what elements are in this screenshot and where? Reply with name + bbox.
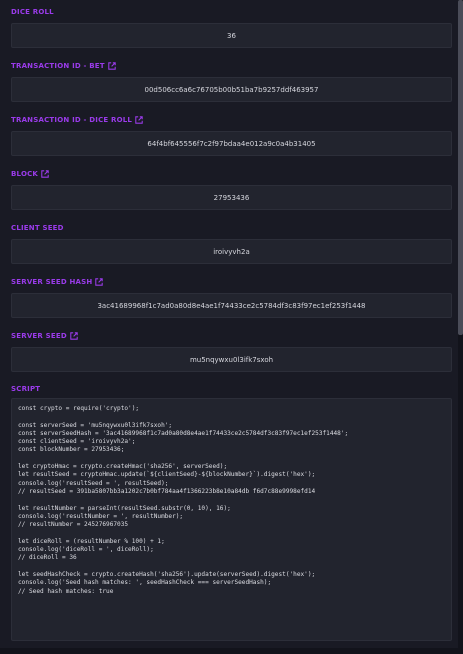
external-link-icon[interactable]: [95, 278, 104, 286]
transaction-id-dice-roll-link[interactable]: TRANSACTION ID - DICE ROLL: [11, 115, 452, 125]
code-line: // resultNumber = 245276967035: [18, 521, 129, 529]
transaction-id-bet-section: TRANSACTION ID - BET 00d506cc6a6c76705b0…: [11, 61, 452, 102]
code-line: const serverSeedHash = '3ac41689968f1c7a…: [18, 429, 349, 437]
block-section: BLOCK 27953436: [11, 169, 452, 210]
code-line: let diceRoll = (resultNumber % 100) + 1;: [18, 537, 165, 545]
field-label: CLIENT SEED: [11, 224, 64, 232]
client-seed-section: CLIENT SEED iroivyvh2a: [11, 223, 452, 264]
transaction-id-dice-roll-section: TRANSACTION ID - DICE ROLL 64f4bf645556f…: [11, 115, 452, 156]
bottom-scrollbar-track: [0, 648, 463, 654]
transaction-id-bet-link[interactable]: TRANSACTION ID - BET: [11, 61, 452, 71]
field-label: DICE ROLL: [11, 8, 54, 16]
external-link-icon[interactable]: [70, 332, 78, 340]
server-seed-section: SERVER SEED mu5nqywxu0l3ifk7sxoh: [11, 331, 452, 372]
code-line: // diceRoll = 36: [18, 554, 77, 562]
server-seed-hash-value: 3ac41689968f1c7ad0a80d8e4ae1f74433ce2c57…: [11, 293, 452, 318]
code-line: // Seed hash matches: true: [18, 587, 114, 595]
dice-roll-section: DICE ROLL 36: [11, 7, 452, 48]
code-line: const clientSeed = 'iroivyvh2a';: [18, 438, 136, 446]
script-code-block[interactable]: const crypto = require('crypto'); const …: [11, 398, 452, 641]
code-line: console.log('resultNumber = ', resultNum…: [18, 512, 184, 520]
external-link-icon[interactable]: [135, 116, 143, 124]
scrollbar-thumb[interactable]: [458, 0, 463, 335]
code-line: const crypto = require('crypto');: [18, 405, 140, 412]
dice-roll-value: 36: [11, 23, 452, 48]
code-line: let seedHashCheck = crypto.createHash('s…: [18, 570, 316, 578]
script-label: SCRIPT: [11, 385, 41, 393]
server-seed-value: mu5nqywxu0l3ifk7sxoh: [11, 347, 452, 372]
code-line: const serverSeed = 'mu5nqywxu0l3ifk7sxoh…: [18, 421, 173, 429]
block-value: 27953436: [11, 185, 452, 210]
client-seed-value: iroivyvh2a: [11, 239, 452, 264]
code-line: // resultSeed = 391ba5807bb3a1202c7b0bf7…: [18, 487, 316, 495]
transaction-id-bet-value: 00d506cc6a6c76705b00b51ba7b9257ddf463957: [11, 77, 452, 102]
external-link-icon[interactable]: [41, 170, 49, 178]
block-link[interactable]: BLOCK: [11, 169, 452, 179]
transaction-id-dice-roll-value: 64f4bf645556f7c2f97bdaa4e012a9c0a4b31405: [11, 131, 452, 156]
code-line: let resultNumber = parseInt(resultSeed.s…: [18, 504, 231, 512]
server-seed-hash-section: SERVER SEED HASH 3ac41689968f1c7ad0a80d8…: [11, 277, 452, 318]
code-line: const blockNumber = 27953436;: [18, 446, 125, 454]
code-line: console.log('diceRoll = ', diceRoll);: [18, 546, 154, 554]
external-link-icon[interactable]: [108, 62, 116, 70]
code-line: let resultSeed = cryptoHmac.update(`${cl…: [18, 471, 316, 479]
provably-fair-details: DICE ROLL 36 TRANSACTION ID - BET 00d506…: [0, 0, 463, 654]
server-seed-link[interactable]: SERVER SEED: [11, 331, 452, 341]
script-section: SCRIPT: [11, 384, 452, 394]
server-seed-hash-link[interactable]: SERVER SEED HASH: [11, 277, 452, 287]
code-line: console.log('resultSeed = ', resultSeed)…: [18, 479, 169, 487]
code-line: console.log('Seed hash matches: ', seedH…: [18, 579, 272, 587]
